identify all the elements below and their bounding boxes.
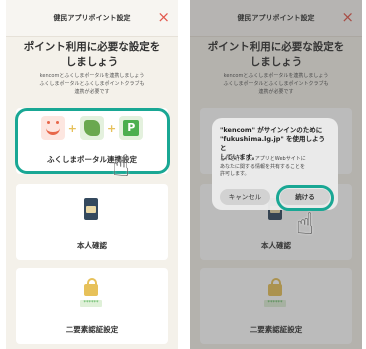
description-text: kencomとふくしまポータルを連携しましょう ふくしまポータルとふくしまポイン… bbox=[39, 73, 145, 95]
highlight-ring bbox=[15, 108, 170, 174]
header: 健民アプリポイント設定 × bbox=[6, 0, 178, 37]
card-label-2fa: 二要素認証設定 bbox=[65, 325, 119, 334]
phone-id-icon bbox=[84, 198, 98, 220]
page-title: ポイント利用に必要な設定を しましょう bbox=[23, 41, 161, 68]
dialog-message: これを行うと、アプリとWebサイトに あなたに関する情報を共有することを 許可し… bbox=[220, 156, 306, 177]
screen-left: 健民アプリポイント設定 × ポイント利用に必要な設定を しましょう kencom… bbox=[6, 0, 178, 349]
header-title: 健民アプリポイント設定 bbox=[53, 14, 131, 22]
password-mask: ****** bbox=[80, 300, 102, 307]
two-factor-card[interactable]: ****** 二要素認証設定 bbox=[16, 268, 168, 344]
cancel-button[interactable]: キャンセル bbox=[220, 189, 270, 205]
lock-icon bbox=[84, 278, 98, 296]
screen-right: 健民アプリポイント設定 × ポイント利用に必要な設定を しましょう kencom… bbox=[190, 0, 362, 349]
header-dim-overlay bbox=[190, 0, 362, 36]
tap-hand-icon: ☝ bbox=[112, 149, 131, 184]
close-icon[interactable]: × bbox=[157, 0, 170, 34]
card-label-identity: 本人確認 bbox=[77, 241, 107, 250]
identity-card[interactable]: 本人確認 bbox=[16, 184, 168, 260]
tap-hand-icon: ☝ bbox=[296, 207, 315, 242]
